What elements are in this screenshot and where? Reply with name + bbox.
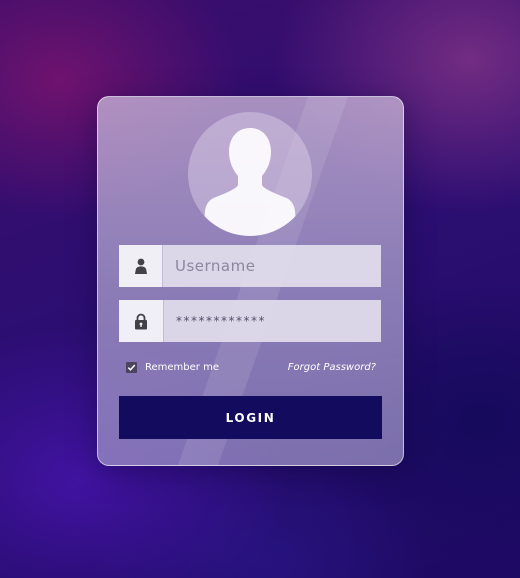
person-icon: [134, 258, 147, 274]
forgot-password-link[interactable]: Forgot Password?: [288, 362, 376, 373]
user-silhouette-icon: [203, 128, 297, 236]
remember-me-checkbox[interactable]: [126, 361, 137, 373]
username-input[interactable]: [163, 245, 381, 287]
remember-me-label: Remember me: [145, 361, 219, 373]
checkmark-icon: [127, 363, 136, 371]
avatar: [188, 112, 312, 236]
username-field: [119, 245, 381, 287]
remember-me-toggle[interactable]: Remember me: [126, 361, 219, 373]
login-card: Remember me Forgot Password? LOGIN: [97, 96, 404, 466]
padlock-icon: [135, 313, 147, 329]
username-icon-box: [119, 245, 163, 287]
password-field: [119, 300, 381, 342]
password-input[interactable]: [164, 300, 381, 342]
login-button[interactable]: LOGIN: [119, 396, 382, 439]
form-options: Remember me Forgot Password?: [126, 359, 376, 375]
password-icon-box: [119, 300, 164, 342]
